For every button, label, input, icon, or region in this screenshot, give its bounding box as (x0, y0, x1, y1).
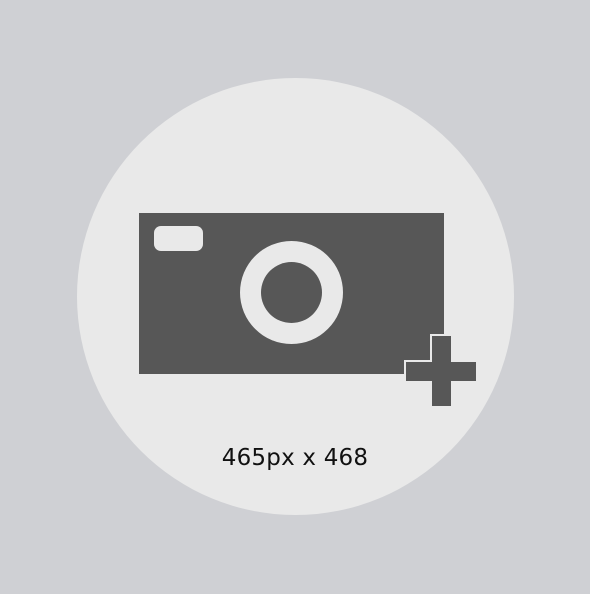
camera-add-icon (139, 213, 478, 408)
image-dimensions-label: 465px x 468 (221, 445, 369, 471)
camera-flash-icon (154, 226, 203, 251)
camera-lens-icon (261, 262, 322, 323)
